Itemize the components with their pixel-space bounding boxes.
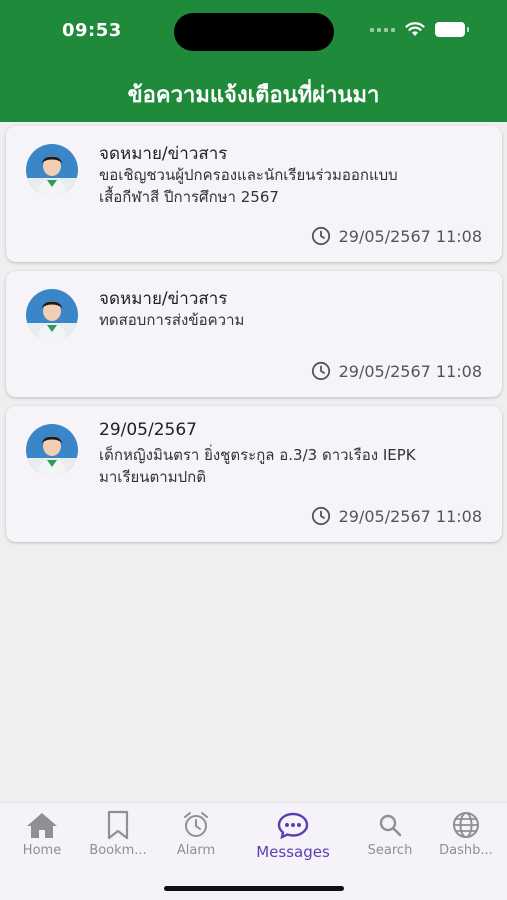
tab-label: Dashb... [439, 843, 493, 858]
notification-message: ขอเชิญชวนผู้ปกครองและนักเรียนร่วมออกแบบ … [99, 164, 479, 208]
clock-icon [311, 226, 330, 246]
bookmark-icon [107, 810, 129, 840]
timestamp-text: 29/05/2567 11:08 [338, 226, 482, 246]
messages-icon [277, 812, 309, 839]
notification-timestamp: 29/05/2567 11:08 [311, 361, 482, 381]
tab-label: Search [367, 843, 413, 858]
globe-icon [453, 812, 479, 838]
clock-icon [311, 506, 330, 526]
tab-label: Home [22, 843, 62, 858]
tab-search[interactable]: Search [348, 809, 432, 858]
clock-icon [311, 361, 330, 381]
tab-bookmarks[interactable]: Bookm... [76, 809, 160, 858]
notification-message: เด็กหญิงมินตรา ยิ่งชูตระกูล อ.3/3 ดาวเรื… [99, 444, 479, 488]
notification-card[interactable]: จดหมาย/ข่าวสาร ทดสอบการส่งข้อความ 29/05/… [6, 271, 502, 397]
notification-title: 29/05/2567 [99, 420, 197, 440]
avatar [26, 424, 78, 476]
dynamic-island [174, 13, 334, 51]
notification-list: จดหมาย/ข่าวสาร ขอเชิญชวนผู้ปกครองและนักเ… [6, 126, 502, 551]
tab-messages[interactable]: Messages [251, 809, 335, 861]
status-time: 09:53 [62, 20, 122, 41]
avatar [26, 144, 78, 196]
app-header: 09:53 ข้อความแจ้งเตือนที่ผ่านมา [0, 0, 507, 122]
notification-timestamp: 29/05/2567 11:08 [311, 506, 482, 526]
message-line: ขอเชิญชวนผู้ปกครองและนักเรียนร่วมออกแบบ [99, 166, 398, 184]
notification-timestamp: 29/05/2567 11:08 [311, 226, 482, 246]
notification-card[interactable]: 29/05/2567 เด็กหญิงมินตรา ยิ่งชูตระกูล อ… [6, 406, 502, 542]
page-title: ข้อความแจ้งเตือนที่ผ่านมา [127, 83, 380, 108]
notification-message: ทดสอบการส่งข้อความ [99, 309, 479, 331]
avatar [26, 289, 78, 341]
tab-home[interactable]: Home [0, 809, 84, 858]
tab-label: Bookm... [89, 843, 147, 858]
message-line: เสื้อกีฬาสี ปีการศึกษา 2567 [99, 188, 279, 206]
timestamp-text: 29/05/2567 11:08 [338, 361, 482, 381]
tab-label: Alarm [176, 843, 216, 858]
home-icon [27, 813, 57, 838]
message-line: ทดสอบการส่งข้อความ [99, 311, 245, 329]
timestamp-text: 29/05/2567 11:08 [338, 506, 482, 526]
wifi-icon [405, 22, 425, 36]
status-icons [370, 22, 469, 37]
tab-alarm[interactable]: Alarm [154, 809, 238, 858]
search-icon [379, 814, 402, 837]
notification-title: จดหมาย/ข่าวสาร [99, 289, 228, 309]
alarm-icon [184, 812, 208, 837]
tab-label: Messages [256, 843, 330, 861]
signal-icon [370, 27, 395, 32]
notification-card[interactable]: จดหมาย/ข่าวสาร ขอเชิญชวนผู้ปกครองและนักเ… [6, 126, 502, 262]
tab-dashboard[interactable]: Dashb... [424, 809, 507, 858]
notification-title: จดหมาย/ข่าวสาร [99, 144, 228, 164]
message-line: มาเรียนตามปกติ [99, 468, 206, 486]
message-line: เด็กหญิงมินตรา ยิ่งชูตระกูล อ.3/3 ดาวเรื… [99, 446, 416, 464]
home-indicator [164, 886, 344, 891]
battery-icon [435, 22, 469, 37]
